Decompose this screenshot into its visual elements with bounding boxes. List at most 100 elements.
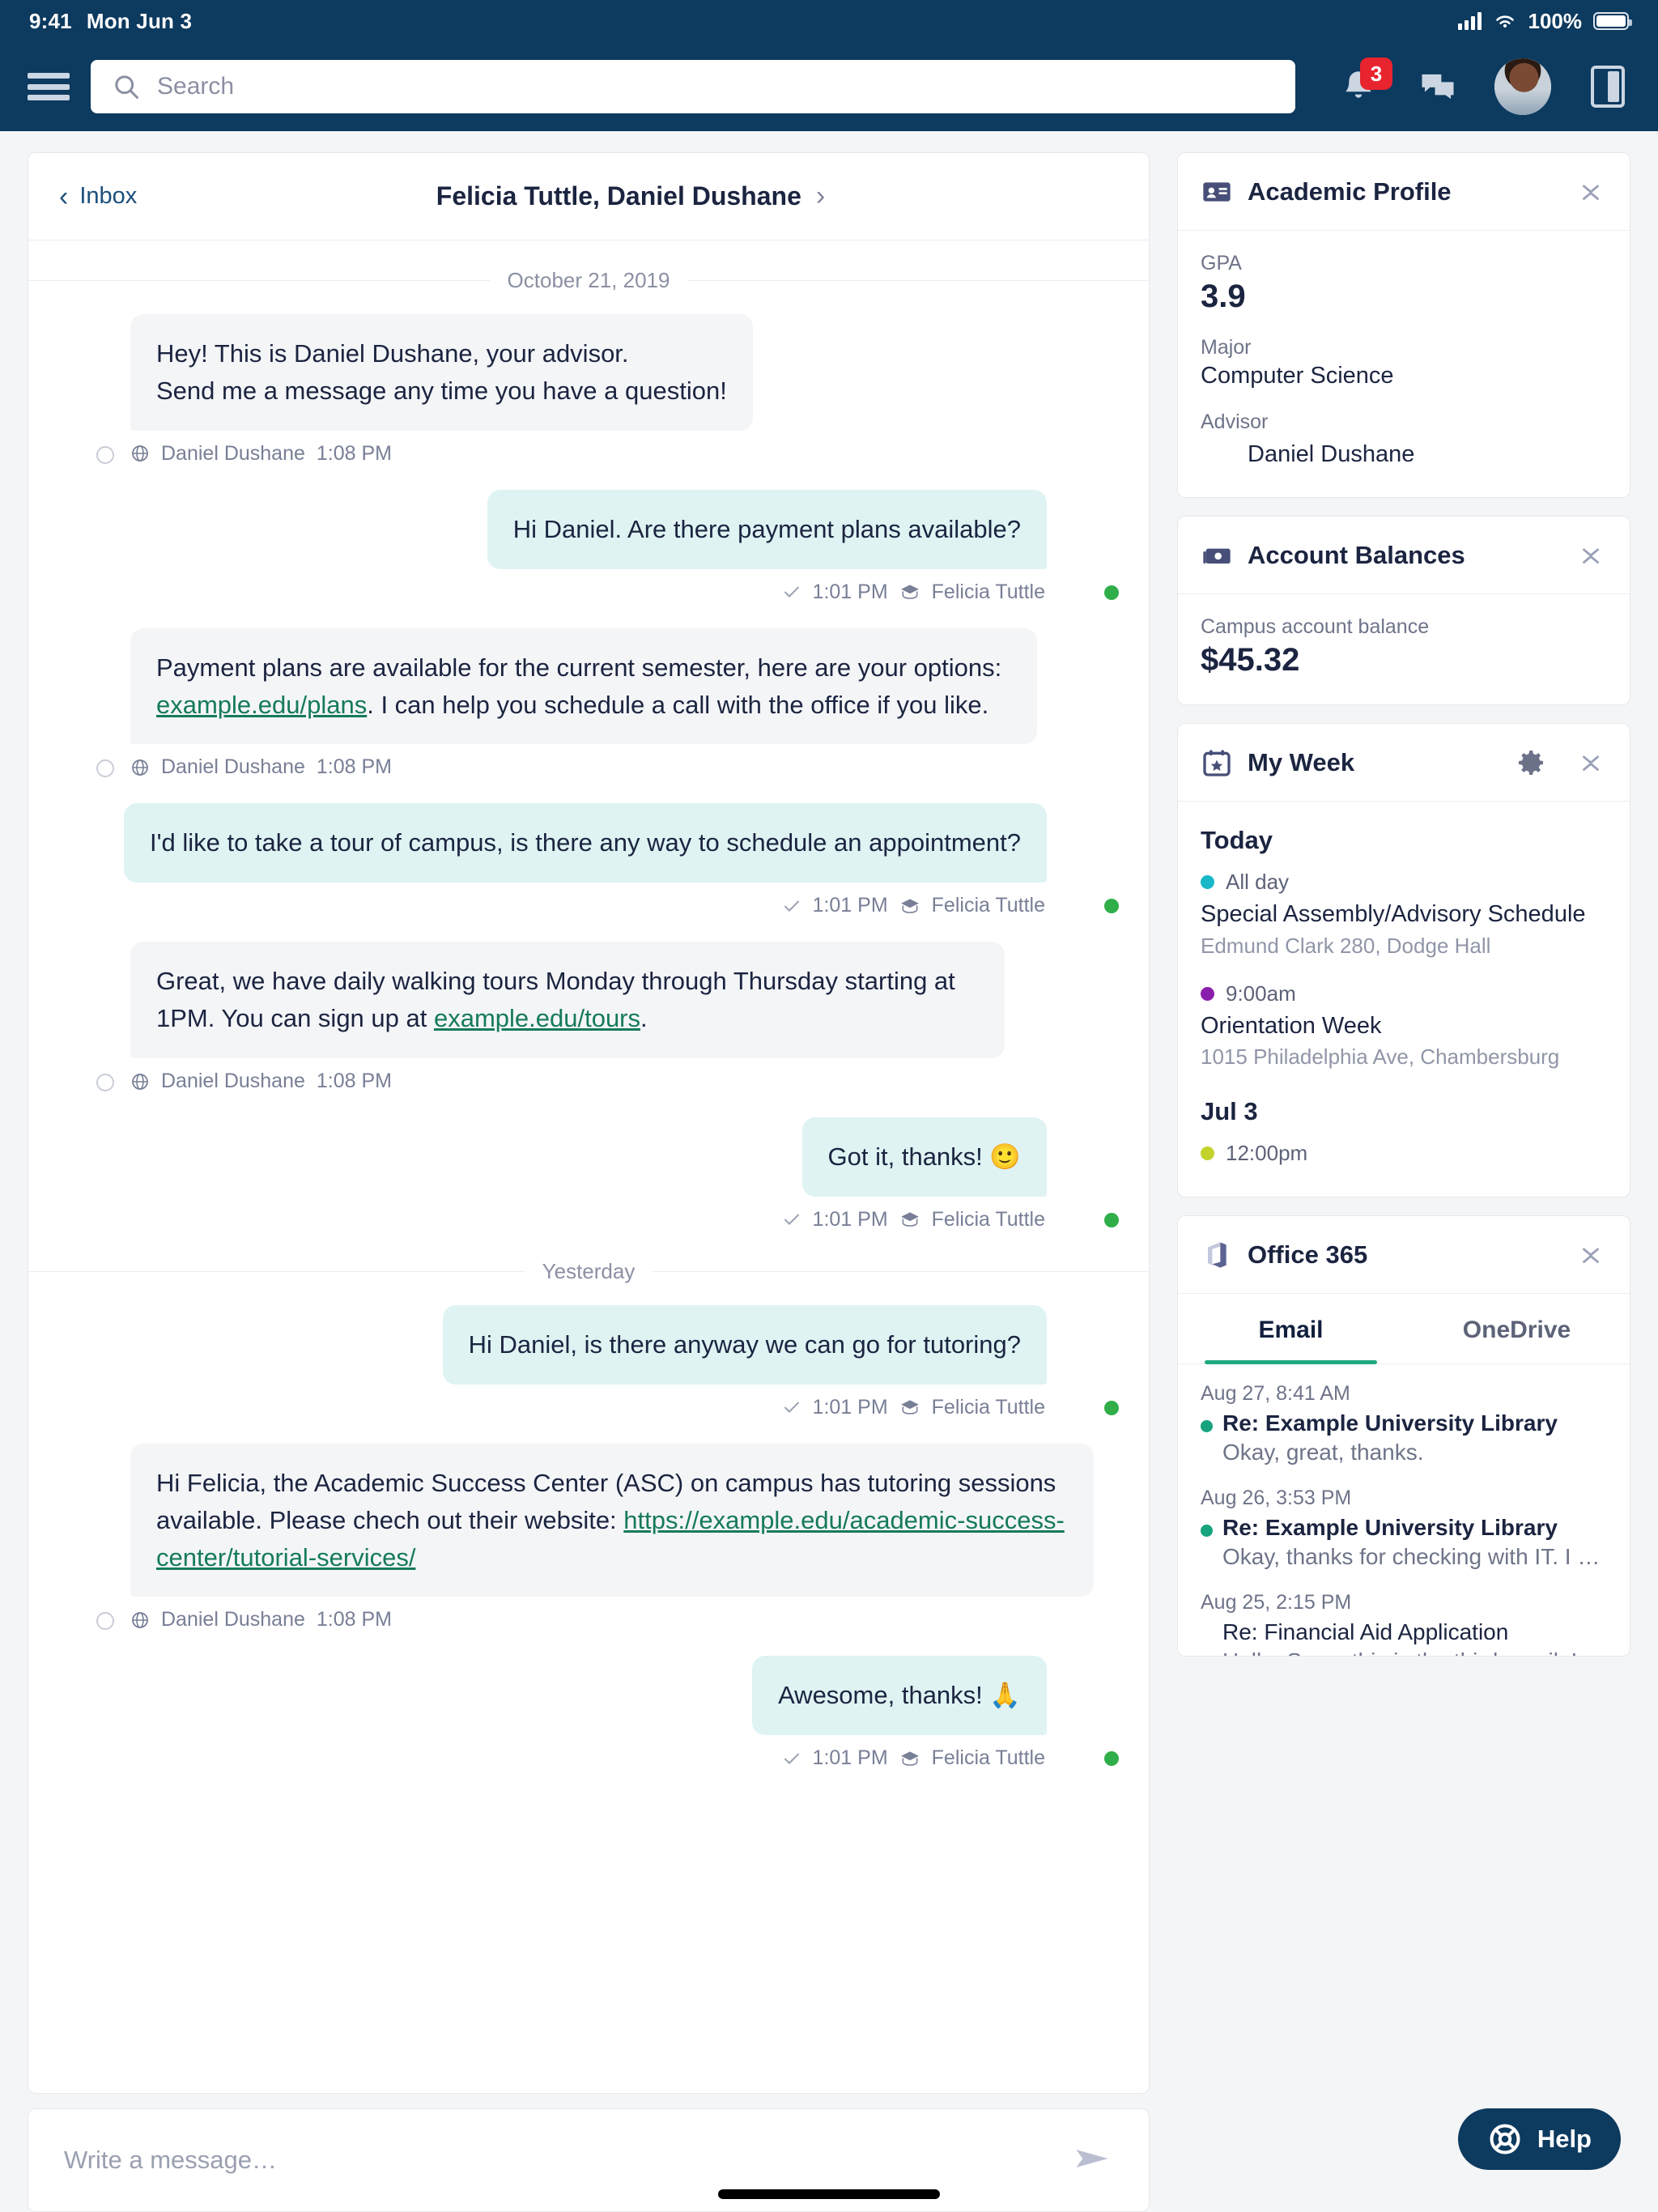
check-icon xyxy=(784,900,799,912)
status-badge xyxy=(1102,1210,1121,1230)
message-author: Felicia Tuttle xyxy=(931,580,1045,603)
battery-percent-label: 100% xyxy=(1528,8,1583,33)
notifications-button[interactable]: 3 xyxy=(1336,57,1392,109)
check-icon xyxy=(784,1402,799,1414)
user-photo xyxy=(1494,58,1551,115)
message-meta: 1:01 PM Felicia Tuttle xyxy=(782,581,1047,604)
list-item[interactable]: Aug 27, 8:41 AM Re: Example University L… xyxy=(1201,1382,1607,1465)
graduation-cap-icon xyxy=(900,585,919,599)
side-panel-toggle-button[interactable] xyxy=(1585,64,1630,109)
major-value: Computer Science xyxy=(1201,363,1394,389)
message-author: Daniel Dushane xyxy=(161,1070,305,1092)
message-author: Felicia Tuttle xyxy=(931,1395,1045,1419)
email-date: Aug 25, 2:15 PM xyxy=(1201,1591,1352,1614)
avatar xyxy=(1065,1362,1121,1419)
message-link[interactable]: example.edu/plans xyxy=(156,691,367,719)
graduation-cap-icon xyxy=(900,899,919,913)
list-item[interactable]: Aug 25, 2:15 PM Re: Financial Aid Applic… xyxy=(1201,1591,1607,1656)
card-title: My Week xyxy=(1248,747,1355,776)
event-item[interactable]: 12:00pm xyxy=(1201,1141,1607,1166)
message-meta: 1:01 PM Felicia Tuttle xyxy=(782,1208,1047,1231)
message-text-after: . xyxy=(640,1004,648,1033)
academic-profile-body: GPA 3.9 Major Computer Science Advisor D… xyxy=(1178,231,1630,497)
avatar xyxy=(1065,1713,1121,1770)
event-color-dot xyxy=(1201,986,1214,1001)
message-composer[interactable]: Write a message… xyxy=(28,2108,1150,2212)
office365-header: Office 365 xyxy=(1178,1216,1630,1295)
my-week-header: My Week xyxy=(1178,724,1630,802)
side-panel-toggle-icon xyxy=(1591,66,1625,108)
week-group-day: Jul 3 xyxy=(1201,1097,1258,1126)
collapse-chevrons-icon[interactable] xyxy=(1575,539,1607,572)
event-item[interactable]: 9:00am Orientation Week 1015 Philadelphi… xyxy=(1201,981,1607,1070)
advisor-row[interactable]: Daniel Dushane xyxy=(1201,437,1607,471)
advisor-name: Daniel Dushane xyxy=(1248,440,1415,467)
office365-card: Office 365 Email OneDrive Aug 27, 8:41 A… xyxy=(1177,1215,1630,1657)
unread-dot-icon xyxy=(1201,1525,1213,1538)
message-bubble: Hi Daniel, is there anyway we can go for… xyxy=(442,1304,1047,1385)
date-divider: October 21, 2019 xyxy=(28,268,1149,293)
message-author: Felicia Tuttle xyxy=(931,1207,1045,1231)
message-meta: 1:01 PM Felicia Tuttle xyxy=(782,1396,1047,1419)
collapse-chevrons-icon[interactable] xyxy=(1575,1239,1607,1271)
academic-profile-header: Academic Profile xyxy=(1178,153,1630,231)
message-meta: Daniel Dushane 1:08 PM xyxy=(130,1070,1005,1093)
status-badge xyxy=(96,445,114,464)
status-bar-left: 9:41 Mon Jun 3 xyxy=(29,9,192,34)
balance-label: Campus account balance xyxy=(1201,615,1430,638)
search-input[interactable]: Search xyxy=(91,60,1295,113)
check-icon xyxy=(784,1214,799,1226)
collapse-chevrons-icon[interactable] xyxy=(1575,747,1607,779)
my-week-body: Today All day Special Assembly/Advisory … xyxy=(1178,802,1630,1197)
help-label: Help xyxy=(1537,2125,1592,2153)
card-title: Office 365 xyxy=(1248,1240,1368,1269)
conversation-card: ‹ Inbox Felicia Tuttle, Daniel Dushane › xyxy=(28,152,1150,2094)
message-meta: Daniel Dushane 1:08 PM xyxy=(130,755,1037,779)
check-icon xyxy=(784,1753,799,1764)
major-label: Major xyxy=(1201,336,1252,359)
email-date: Aug 26, 3:53 PM xyxy=(1201,1487,1352,1510)
nav-icon-group: 3 xyxy=(1336,57,1630,115)
back-label: Inbox xyxy=(79,183,138,209)
event-item[interactable]: All day Special Assembly/Advisory Schedu… xyxy=(1201,870,1607,959)
message-bubble: Got it, thanks! 🙂 xyxy=(801,1117,1047,1197)
academic-profile-card: Academic Profile GPA 3.9 Major Computer … xyxy=(1177,152,1630,498)
send-button[interactable] xyxy=(1071,2138,1113,2184)
help-button[interactable]: Help xyxy=(1457,2108,1621,2170)
ios-status-bar: 9:41 Mon Jun 3 100% xyxy=(0,0,1658,42)
message-bubble: Hi Daniel. Are there payment plans avail… xyxy=(487,489,1047,569)
hamburger-menu-icon[interactable] xyxy=(28,70,70,104)
cellular-signal-icon xyxy=(1457,12,1482,30)
send-arrow-icon xyxy=(1076,2149,1108,2167)
money-bill-icon xyxy=(1203,548,1231,564)
app-root: 9:41 Mon Jun 3 100% Search 3 ‹ Inbox Fel… xyxy=(0,0,1658,2212)
message-row: Payment plans are available for the curr… xyxy=(28,627,1149,780)
message-row: Got it, thanks! 🙂 1:01 PM Felicia Tuttle xyxy=(28,1117,1149,1231)
email-subject-row: Re: Example University Library xyxy=(1201,1515,1607,1541)
message-link[interactable]: example.edu/tours xyxy=(434,1004,640,1032)
conversation-title-group[interactable]: Felicia Tuttle, Daniel Dushane › xyxy=(351,175,825,218)
globe-icon xyxy=(132,759,148,776)
tab-onedrive[interactable]: OneDrive xyxy=(1404,1294,1630,1363)
avatar[interactable] xyxy=(1494,58,1551,115)
status-badge xyxy=(1102,1397,1121,1418)
account-balances-card: Account Balances Campus account balance … xyxy=(1177,516,1630,705)
home-indicator xyxy=(718,2189,940,2199)
chevron-right-icon[interactable]: › xyxy=(816,181,825,212)
avatar xyxy=(1065,547,1121,604)
participant-avatars xyxy=(351,175,422,218)
messages-button[interactable] xyxy=(1415,64,1460,109)
gear-icon[interactable] xyxy=(1515,747,1547,779)
card-title: Academic Profile xyxy=(1248,177,1452,206)
avatar xyxy=(379,175,422,218)
back-to-inbox-button[interactable]: ‹ Inbox xyxy=(28,183,137,211)
message-list: October 21, 2019 Hey! This is Daniel Dus… xyxy=(28,240,1149,2093)
list-item[interactable]: Aug 26, 3:53 PM Re: Example University L… xyxy=(1201,1487,1607,1570)
tab-email[interactable]: Email xyxy=(1178,1294,1404,1365)
chevron-left-icon: ‹ xyxy=(59,181,69,212)
message-author: Felicia Tuttle xyxy=(931,1746,1045,1770)
message-row: Hi Daniel. Are there payment plans avail… xyxy=(28,489,1149,604)
collapse-chevrons-icon[interactable] xyxy=(1575,176,1607,208)
email-preview: Okay, thanks for checking with IT. I di… xyxy=(1222,1544,1607,1570)
globe-icon xyxy=(132,445,148,462)
